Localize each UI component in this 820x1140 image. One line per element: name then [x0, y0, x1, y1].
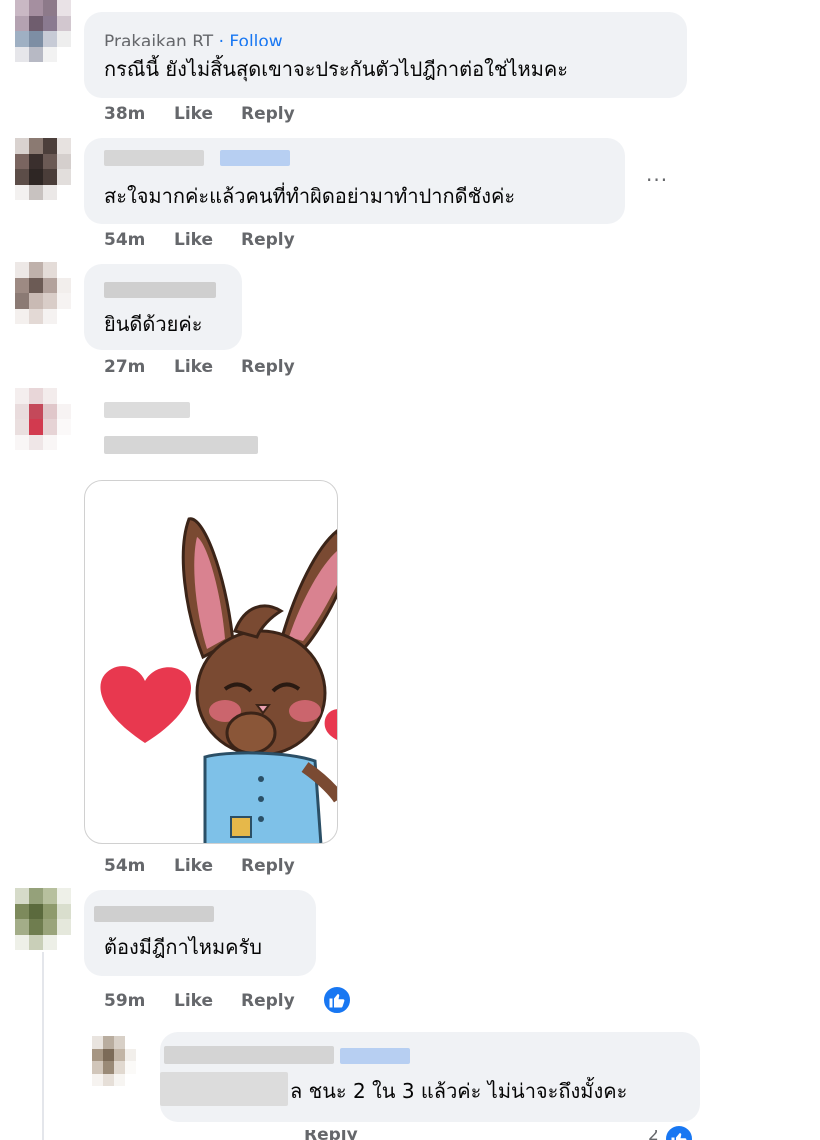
reply-button[interactable]: Reply	[304, 1130, 358, 1140]
blurred-name-continued	[160, 1072, 288, 1106]
blurred-name	[104, 150, 204, 166]
comment-bubble	[84, 264, 242, 350]
follow-link[interactable]: · Follow	[219, 32, 283, 46]
commenter-name[interactable]: Prakaikan RT · Follow	[104, 28, 283, 46]
heart-icon	[324, 709, 337, 740]
like-button[interactable]: Like	[174, 230, 241, 250]
avatar[interactable]	[15, 388, 71, 450]
more-options-icon[interactable]: ···	[646, 168, 668, 192]
reply-button[interactable]: Reply	[241, 991, 321, 1011]
reply-reaction-count: 2	[648, 1130, 659, 1140]
blurred-text	[104, 436, 258, 454]
avatar[interactable]	[15, 0, 71, 62]
avatar[interactable]	[92, 1036, 136, 1086]
blurred-name	[104, 402, 190, 418]
reply-button[interactable]: Reply	[241, 357, 321, 377]
commenter-name-text[interactable]: Prakaikan RT	[104, 32, 213, 46]
blurred-name	[104, 282, 216, 298]
comment-text: กรณีนี้ ยังไม่สิ้นสุดเขาจะประกันตัวไปฎีก…	[104, 57, 569, 81]
blurred-name	[164, 1046, 334, 1064]
reaction-count: 2	[648, 1130, 659, 1140]
comment-timestamp[interactable]: 27m	[104, 357, 174, 377]
comment-timestamp[interactable]: 38m	[104, 104, 174, 124]
thumbs-up-icon	[329, 994, 345, 1008]
avatar[interactable]	[15, 262, 71, 324]
comment-text: สะใจมากค่ะแล้วคนที่ทำผิดอย่ามาทำปากดีชัง…	[104, 184, 516, 208]
avatar[interactable]	[15, 138, 71, 200]
comment-actions: 27m Like Reply	[104, 357, 321, 377]
thread-line	[42, 952, 44, 1140]
comment-actions: 38m Like Reply	[104, 104, 321, 124]
blurred-name	[94, 906, 214, 922]
avatar[interactable]	[15, 888, 71, 950]
comment-timestamp[interactable]: 54m	[104, 230, 174, 250]
blurred-badge	[220, 150, 290, 166]
comment-timestamp[interactable]: 54m	[104, 856, 174, 876]
sticker[interactable]	[84, 480, 338, 844]
comment-actions: 59m Like Reply	[104, 991, 321, 1011]
comment-bubble	[84, 890, 316, 976]
heart-icon	[100, 666, 192, 743]
comment-actions: 54m Like Reply	[104, 230, 321, 250]
reply-button[interactable]: Reply	[241, 856, 321, 876]
thumbs-up-icon	[671, 1133, 687, 1140]
comment-bubble	[84, 12, 687, 98]
like-reaction-icon[interactable]	[322, 985, 352, 1015]
like-button[interactable]: Like	[174, 856, 241, 876]
reply-text: ล ชนะ 2 ใน 3 แล้วค่ะ ไม่น่าจะถึงมั้งคะ	[290, 1079, 628, 1103]
comment-text: ยินดีด้วยค่ะ	[104, 312, 203, 336]
like-reaction-icon[interactable]	[664, 1124, 694, 1140]
like-button[interactable]: Like	[174, 991, 241, 1011]
reply-actions-partial: Reply	[304, 1130, 358, 1140]
reply-button[interactable]: Reply	[241, 230, 321, 250]
blurred-badge	[340, 1048, 410, 1064]
comment-timestamp[interactable]: 59m	[104, 991, 174, 1011]
comment-text: ต้องมีฎีกาไหมครับ	[104, 935, 262, 959]
bunny-sticker-image	[100, 517, 337, 843]
reply-button[interactable]: Reply	[241, 104, 321, 124]
like-button[interactable]: Like	[174, 357, 241, 377]
like-button[interactable]: Like	[174, 104, 241, 124]
comment-actions: 54m Like Reply	[104, 856, 321, 876]
